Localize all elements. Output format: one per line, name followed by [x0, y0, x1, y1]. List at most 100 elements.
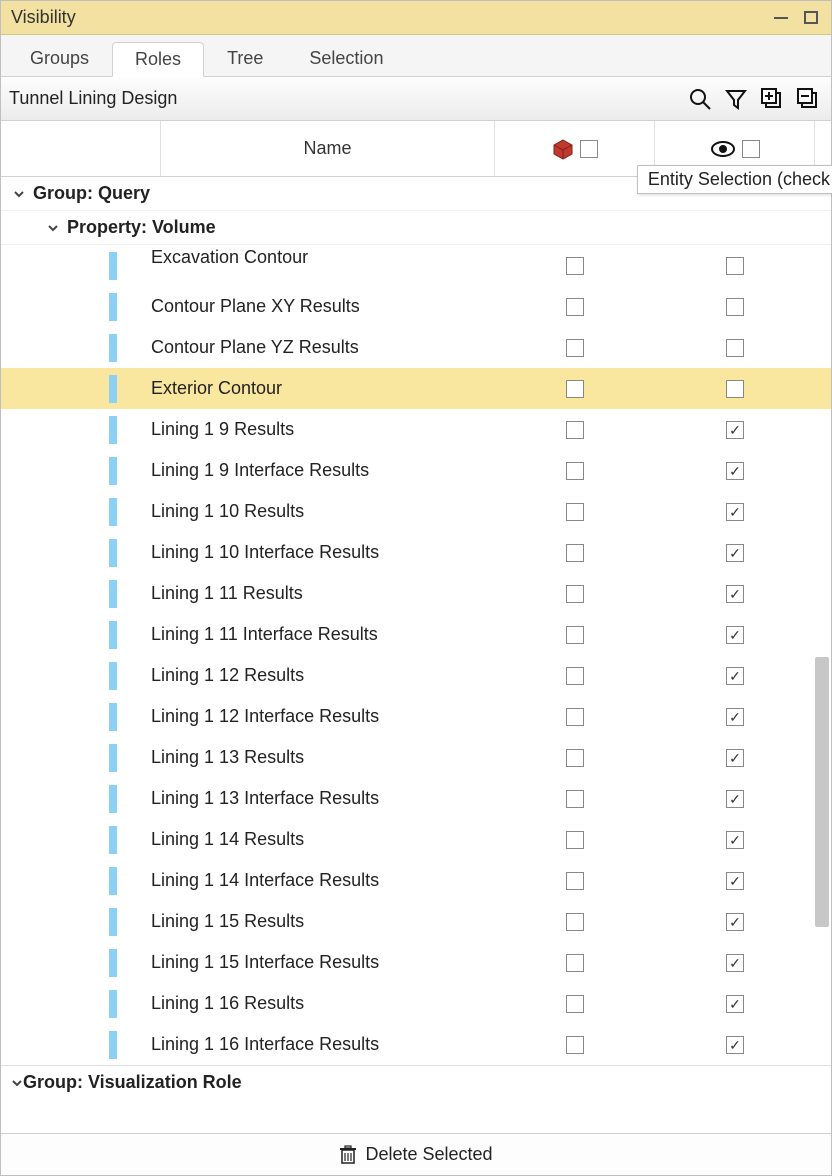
- visibility-checkbox[interactable]: [726, 462, 744, 480]
- maximize-icon[interactable]: [803, 11, 821, 25]
- list-item[interactable]: Lining 1 12 Results: [1, 655, 831, 696]
- expand-all-icon[interactable]: [757, 84, 787, 114]
- item-name: Lining 1 10 Interface Results: [151, 542, 495, 563]
- visibility-checkbox[interactable]: [726, 667, 744, 685]
- scrollbar-thumb[interactable]: [815, 657, 829, 927]
- solid-checkbox[interactable]: [566, 872, 584, 890]
- list-item[interactable]: Lining 1 15 Results: [1, 901, 831, 942]
- list-item[interactable]: Contour Plane YZ Results: [1, 327, 831, 368]
- list-item[interactable]: Lining 1 16 Results: [1, 983, 831, 1024]
- group-visualization-role[interactable]: Group: Visualization Role: [1, 1065, 831, 1099]
- item-color-indicator: [109, 662, 117, 690]
- item-color-indicator: [109, 416, 117, 444]
- item-color-indicator: [109, 826, 117, 854]
- col-solid-header[interactable]: [495, 121, 655, 176]
- solid-checkbox[interactable]: [566, 339, 584, 357]
- solid-checkbox[interactable]: [566, 831, 584, 849]
- visibility-checkbox[interactable]: [726, 544, 744, 562]
- item-name: Exterior Contour: [151, 378, 495, 399]
- visibility-checkbox[interactable]: [726, 913, 744, 931]
- visibility-checkbox[interactable]: [726, 380, 744, 398]
- visibility-checkbox[interactable]: [726, 503, 744, 521]
- solid-checkbox[interactable]: [566, 503, 584, 521]
- item-color-indicator: [109, 293, 117, 321]
- property-label: Property: Volume: [67, 217, 216, 238]
- item-name: Lining 1 12 Interface Results: [151, 706, 495, 727]
- titlebar: Visibility: [1, 1, 831, 35]
- solid-checkbox[interactable]: [566, 708, 584, 726]
- solid-checkbox[interactable]: [566, 585, 584, 603]
- solid-checkbox[interactable]: [566, 913, 584, 931]
- search-icon[interactable]: [685, 84, 715, 114]
- list-item[interactable]: Lining 1 11 Interface Results: [1, 614, 831, 655]
- visibility-checkbox[interactable]: [726, 585, 744, 603]
- item-color-indicator: [109, 539, 117, 567]
- list-item[interactable]: Lining 1 14 Interface Results: [1, 860, 831, 901]
- item-color-indicator: [109, 703, 117, 731]
- visibility-checkbox[interactable]: [726, 790, 744, 808]
- tab-bar: GroupsRolesTreeSelection: [1, 35, 831, 77]
- tab-groups[interactable]: Groups: [7, 41, 112, 76]
- visibility-checkbox[interactable]: [726, 708, 744, 726]
- filter-icon[interactable]: [721, 84, 751, 114]
- solid-checkbox[interactable]: [566, 257, 584, 275]
- list-item[interactable]: Lining 1 11 Results: [1, 573, 831, 614]
- visibility-checkbox[interactable]: [726, 339, 744, 357]
- item-color-indicator: [109, 1031, 117, 1059]
- solid-checkbox[interactable]: [566, 749, 584, 767]
- item-name: Contour Plane YZ Results: [151, 337, 495, 358]
- list-item[interactable]: Lining 1 9 Results: [1, 409, 831, 450]
- item-name: Lining 1 15 Results: [151, 911, 495, 932]
- visibility-checkbox[interactable]: [726, 749, 744, 767]
- tab-tree[interactable]: Tree: [204, 41, 286, 76]
- solid-checkbox[interactable]: [566, 1036, 584, 1054]
- visibility-checkbox[interactable]: [726, 626, 744, 644]
- solid-checkbox[interactable]: [566, 544, 584, 562]
- col-name-header[interactable]: Name: [161, 121, 495, 176]
- item-name: Lining 1 9 Interface Results: [151, 460, 495, 481]
- tab-selection[interactable]: Selection: [286, 41, 406, 76]
- visibility-checkbox[interactable]: [726, 421, 744, 439]
- solid-checkbox[interactable]: [566, 421, 584, 439]
- tab-roles[interactable]: Roles: [112, 42, 204, 77]
- visibility-checkbox[interactable]: [726, 257, 744, 275]
- item-name: Lining 1 14 Results: [151, 829, 495, 850]
- list-item[interactable]: Excavation Contour: [1, 245, 831, 286]
- solid-checkbox[interactable]: [566, 954, 584, 972]
- visibility-checkbox[interactable]: [726, 298, 744, 316]
- list-item[interactable]: Lining 1 15 Interface Results: [1, 942, 831, 983]
- list-item[interactable]: Lining 1 13 Interface Results: [1, 778, 831, 819]
- list-item[interactable]: Lining 1 10 Results: [1, 491, 831, 532]
- solid-checkbox[interactable]: [566, 380, 584, 398]
- solid-checkbox[interactable]: [566, 995, 584, 1013]
- visibility-checkbox[interactable]: [726, 831, 744, 849]
- delete-selected-button[interactable]: Delete Selected: [365, 1144, 492, 1165]
- item-color-indicator: [109, 744, 117, 772]
- collapse-all-icon[interactable]: [793, 84, 823, 114]
- property-volume[interactable]: Property: Volume: [1, 211, 831, 245]
- item-name: Lining 1 16 Interface Results: [151, 1034, 495, 1055]
- list-item[interactable]: Lining 1 13 Results: [1, 737, 831, 778]
- visibility-checkbox[interactable]: [726, 954, 744, 972]
- visibility-checkbox[interactable]: [726, 995, 744, 1013]
- list-item[interactable]: Contour Plane XY Results: [1, 286, 831, 327]
- item-name: Lining 1 11 Interface Results: [151, 624, 495, 645]
- visibility-checkbox[interactable]: [726, 872, 744, 890]
- solid-checkbox[interactable]: [566, 462, 584, 480]
- list-item[interactable]: Lining 1 9 Interface Results: [1, 450, 831, 491]
- col-solid-checkbox[interactable]: [580, 140, 598, 158]
- list-item[interactable]: Lining 1 16 Interface Results: [1, 1024, 831, 1065]
- minimize-icon[interactable]: [773, 11, 791, 25]
- list-item[interactable]: Lining 1 10 Interface Results: [1, 532, 831, 573]
- col-visibility-checkbox[interactable]: [742, 140, 760, 158]
- visibility-checkbox[interactable]: [726, 1036, 744, 1054]
- list-item[interactable]: Lining 1 12 Interface Results: [1, 696, 831, 737]
- solid-checkbox[interactable]: [566, 667, 584, 685]
- solid-checkbox[interactable]: [566, 298, 584, 316]
- item-color-indicator: [109, 498, 117, 526]
- solid-checkbox[interactable]: [566, 790, 584, 808]
- solid-checkbox[interactable]: [566, 626, 584, 644]
- chevron-down-icon: [11, 1077, 23, 1089]
- list-item[interactable]: Exterior Contour: [1, 368, 831, 409]
- list-item[interactable]: Lining 1 14 Results: [1, 819, 831, 860]
